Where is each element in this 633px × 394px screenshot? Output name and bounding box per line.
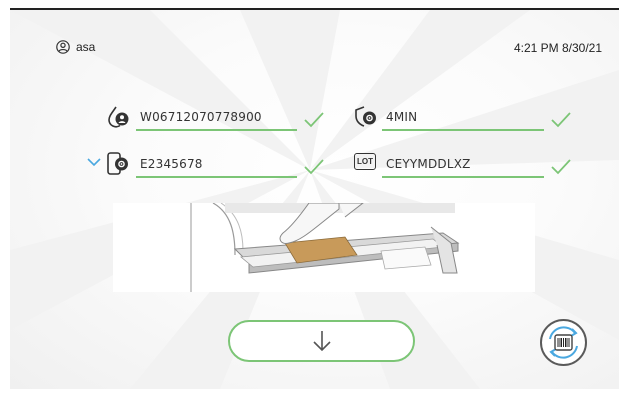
barcode-value: W06712070778900 bbox=[140, 110, 262, 124]
device-value: E2345678 bbox=[140, 157, 203, 171]
proceed-button[interactable] bbox=[228, 320, 415, 362]
phone-gear-icon bbox=[107, 152, 128, 175]
lot-valid-check-icon bbox=[551, 159, 571, 175]
chevron-down-icon[interactable] bbox=[86, 156, 102, 168]
barcode-rescan-icon bbox=[549, 326, 578, 359]
drop-user-icon bbox=[108, 106, 129, 128]
datetime: 4:21 PM 8/30/21 bbox=[513, 41, 602, 55]
time-field[interactable]: 4MIN bbox=[354, 103, 574, 133]
insert-bag-into-tray-illustration bbox=[113, 203, 535, 292]
barcode-underline bbox=[136, 129, 297, 131]
user-indicator[interactable]: asa bbox=[56, 40, 95, 54]
app-screen: asa 4:21 PM 8/30/21 W06712070778900 4MIN bbox=[10, 8, 619, 389]
shield-gear-icon bbox=[355, 106, 376, 127]
user-circle-icon bbox=[56, 40, 70, 54]
device-underline bbox=[136, 176, 297, 178]
lot-icon-text: LOT bbox=[357, 157, 373, 166]
lot-icon: LOT bbox=[354, 153, 376, 170]
time-valid-check-icon bbox=[551, 112, 571, 128]
barcode-field[interactable]: W06712070778900 bbox=[106, 103, 326, 133]
username: asa bbox=[76, 40, 96, 54]
lot-field[interactable]: LOT CEYYMDDLXZ bbox=[354, 150, 574, 180]
time-value: 4MIN bbox=[386, 110, 418, 124]
device-field[interactable]: E2345678 bbox=[86, 150, 326, 180]
lot-value: CEYYMDDLXZ bbox=[386, 157, 471, 171]
tray-drawing bbox=[190, 203, 460, 292]
device-valid-check-icon bbox=[304, 159, 324, 175]
barcode-rescan-button[interactable] bbox=[540, 319, 587, 366]
arrow-down-icon bbox=[312, 331, 331, 352]
barcode-valid-check-icon bbox=[304, 112, 324, 128]
lot-underline bbox=[382, 176, 544, 178]
time-underline bbox=[382, 129, 544, 131]
